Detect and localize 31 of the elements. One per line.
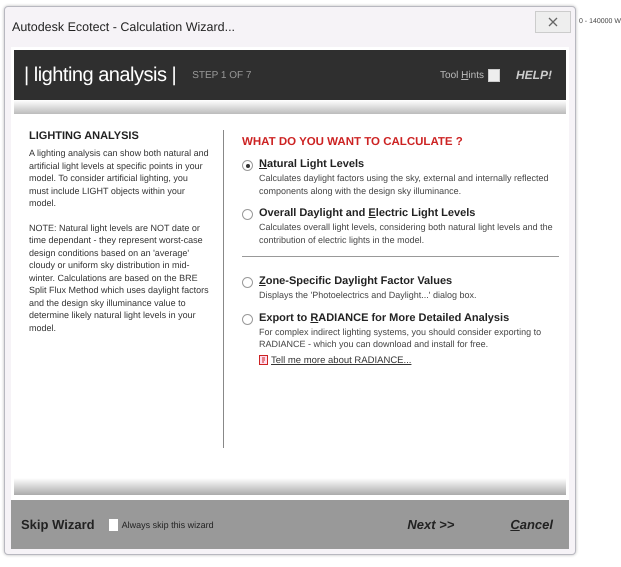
question-heading: WHAT DO YOU WANT TO CALCULATE ? (242, 136, 464, 148)
option-label[interactable]: Zone-Specific Daylight Factor Values (259, 275, 477, 287)
next-button[interactable]: Next >> (407, 517, 454, 532)
close-button[interactable] (534, 11, 571, 33)
info-icon (259, 355, 268, 365)
option-description: Displays the 'Photoelectrics and Daylight...' dialog box. (259, 289, 477, 302)
skip-wizard-button[interactable]: Skip Wizard (21, 517, 95, 532)
help-link[interactable]: HELP! (516, 68, 552, 82)
close-icon (548, 17, 558, 27)
step-label: STEP 1 OF 7 (192, 70, 252, 80)
always-skip-label: Always skip this wizard (122, 520, 214, 530)
window-title: Autodesk Ecotect - Calculation Wizard... (11, 20, 236, 34)
option-description: Calculates daylight factors using the sky, external and internally reflected components along with the design sky illuminance. (259, 172, 550, 197)
section-heading: LIGHTING ANALYSIS (29, 130, 140, 142)
radio-button[interactable] (242, 277, 253, 288)
option-label[interactable]: Natural Light Levels (259, 158, 559, 170)
tool-hints-label: Tool Hints (440, 70, 484, 80)
always-skip-checkbox[interactable] (108, 518, 118, 530)
radio-button[interactable] (242, 314, 253, 324)
option-description: For complex indirect lighting systems, you should consider exporting to RADIANCE - which you can download and install for free. (259, 326, 542, 350)
radio-button[interactable] (242, 160, 253, 171)
radio-button[interactable] (242, 209, 253, 220)
option-label[interactable]: Overall Daylight and Electric Light Levels (259, 207, 559, 219)
tool-hints-checkbox[interactable] (488, 68, 500, 82)
option-description: Calculates overall light levels, considering both natural light levels and the contribution of electric lights in the model. (259, 221, 554, 246)
description-paragraph: NOTE: Natural light levels are NOT date or time dependant - they represent worst-case design conditions based on an 'average' cloudy or uniform sky distribution in mid-winter. Calculations are based on the BRE Split Flux Method which uses daylight factors and the design sky illuminance value to determine likely natural light levels in your model. (29, 222, 209, 334)
cancel-button[interactable]: Cancel (510, 517, 553, 532)
more-info-link[interactable]: Tell me more about RADIANCE... (271, 354, 412, 366)
wizard-title: | lighting analysis | (24, 64, 176, 86)
description-paragraph: A lighting analysis can show both natural and artificial light levels at specific points in your model. To consider artificial lighting, you must include LIGHT objects within your model. (29, 147, 209, 210)
option-label[interactable]: Export to RADIANCE for More Detailed Analysis (259, 312, 559, 324)
